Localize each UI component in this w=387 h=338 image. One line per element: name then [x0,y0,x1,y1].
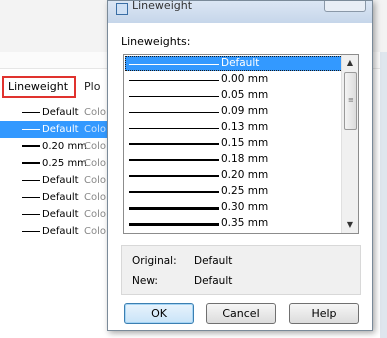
ok-button[interactable]: OK [124,303,194,324]
lineweight-swatch [22,197,40,198]
panel-right-edge [380,52,387,338]
lineweight-option-label: Default [221,57,260,69]
lineweight-sample [129,128,219,129]
lineweight-value[interactable]: Default [42,104,79,121]
layer-row[interactable]: 0.25 mm Colo [0,155,118,172]
lineweight-value[interactable]: Default [42,206,79,223]
plot-style-value[interactable]: Colo [84,172,106,189]
lineweight-option-label: 0.35 mm [221,217,269,229]
lineweight-swatch [22,129,40,130]
lineweight-option[interactable]: 0.05 mm [125,88,343,103]
new-value: Default [194,275,233,287]
lineweight-sample [129,64,219,65]
lineweight-value[interactable]: Default [42,189,79,206]
lineweight-option-label: 0.13 mm [221,121,269,133]
app-icon [116,3,128,15]
layer-row[interactable]: Default Colo [0,172,118,189]
plot-style-value[interactable]: Colo [84,206,106,223]
lineweight-value[interactable]: 0.25 mm [42,155,87,172]
scroll-up-icon[interactable]: ▲ [342,55,358,71]
lineweight-value[interactable]: Default [42,223,79,240]
layer-row[interactable]: Default Colo [0,223,118,240]
lineweight-option[interactable]: 0.18 mm [125,152,343,167]
plot-style-value[interactable]: Colo [84,138,106,155]
lineweight-option-label: 0.00 mm [221,73,269,85]
lineweights-label: Lineweights: [121,35,191,48]
lineweight-dialog: Lineweight Lineweights: Default 0.00 mm 0.… [107,0,373,331]
lineweight-value[interactable]: Default [42,121,79,138]
lineweight-column-header[interactable]: Lineweight [2,76,76,98]
lineweight-swatch [22,180,40,181]
lineweight-swatch [22,112,40,113]
lineweight-swatch [22,145,40,147]
close-button[interactable] [324,1,366,12]
scroll-thumb[interactable]: ≡ [344,72,357,130]
lineweight-option[interactable]: Default [125,56,343,71]
plot-style-value[interactable]: Colo [84,189,106,206]
help-button[interactable]: Help [289,303,359,324]
lineweight-option-label: 0.05 mm [221,89,269,101]
plot-style-value[interactable]: Colo [84,223,106,240]
lineweight-option[interactable]: 0.30 mm [125,200,343,215]
dialog-titlebar[interactable]: Lineweight [108,0,372,23]
list-scrollbar[interactable]: ▲ ≡ ▼ [341,55,358,233]
lineweight-sample [129,191,219,193]
lineweight-sample [129,207,219,210]
lineweight-sample [129,96,219,97]
column-header-row: Lineweight Plo [0,74,118,100]
new-label: New: [132,275,158,287]
layer-rows: Default Colo Default Colo 0.20 mm Colo 0.25 mm… [0,104,118,240]
plot-style-value[interactable]: Colo [84,104,106,121]
lineweight-option-label: 0.09 mm [221,105,269,117]
lineweight-option[interactable]: 0.09 mm [125,104,343,119]
lineweight-sample [129,223,219,226]
lineweight-option-label: 0.20 mm [221,169,269,181]
dialog-title: Lineweight [132,0,193,12]
lineweight-option[interactable]: 0.13 mm [125,120,343,135]
lineweight-option[interactable]: 0.15 mm [125,136,343,151]
lineweight-option-label: 0.18 mm [221,153,269,165]
layer-row[interactable]: Default Colo [0,189,118,206]
lineweight-sample [129,159,219,161]
lineweight-option[interactable]: 0.25 mm [125,184,343,199]
lineweight-option[interactable]: 0.20 mm [125,168,343,183]
plot-style-value[interactable]: Colo [84,121,106,138]
layer-row[interactable]: Default Colo [0,121,118,138]
lineweight-sample [129,80,219,81]
lineweight-option-label: 0.30 mm [221,201,269,213]
layer-row[interactable]: 0.20 mm Colo [0,138,118,155]
lineweight-sample [129,143,219,145]
lineweight-swatch [22,162,40,164]
layer-row[interactable]: Default Colo [0,104,118,121]
lineweight-option[interactable]: 0.00 mm [125,72,343,87]
lineweight-swatch [22,214,40,215]
lineweight-value[interactable]: Default [42,172,79,189]
grip-icon: ≡ [348,96,354,104]
layer-row[interactable]: Default Colo [0,206,118,223]
scroll-down-icon[interactable]: ▼ [342,217,358,233]
lineweight-option-label: 0.15 mm [221,137,269,149]
lineweights-list[interactable]: Default 0.00 mm 0.05 mm 0.09 mm 0.13 mm 0.15 … [123,54,359,234]
lineweight-sample [129,175,219,177]
original-label: Original: [132,255,177,267]
cancel-button[interactable]: Cancel [206,303,276,324]
plot-style-value[interactable]: Colo [84,155,106,172]
lineweight-info-box: Original: Default New: Default [121,245,361,295]
original-value: Default [194,255,233,267]
lineweight-option[interactable]: 0.35 mm [125,216,343,231]
lineweight-sample [129,112,219,113]
lineweight-option-label: 0.25 mm [221,185,269,197]
lineweight-swatch [22,231,40,232]
lineweight-value[interactable]: 0.20 mm [42,138,87,155]
plot-column-header[interactable]: Plo [84,80,100,93]
